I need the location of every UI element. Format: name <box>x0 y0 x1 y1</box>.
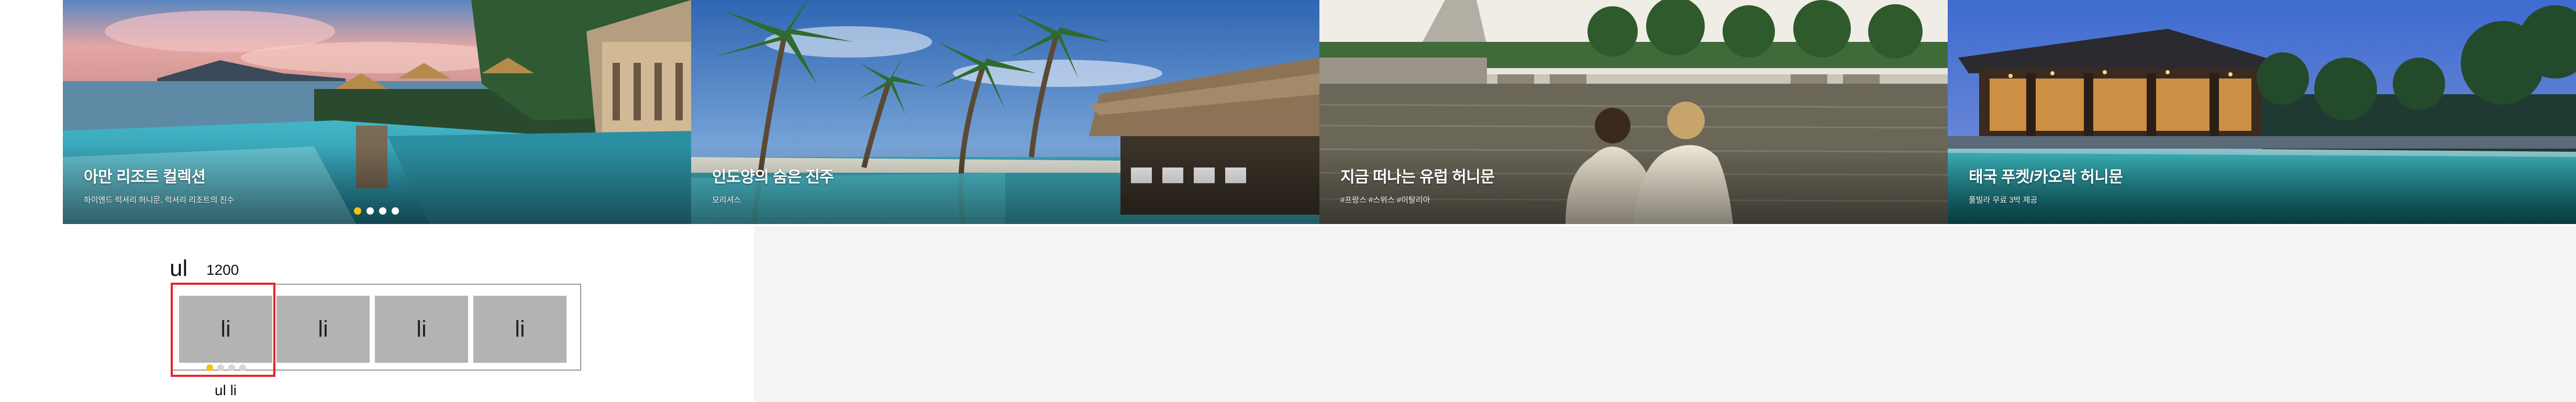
slide-caption: 지금 떠나는 유럽 허니문 #프랑스 #스위스 #이탈리아 <box>1340 164 1495 205</box>
li-box-2: li <box>276 296 370 363</box>
slide-caption: 태국 푸켓/카오락 허니문 풀빌라 무료 3박 제공 <box>1969 164 2123 205</box>
slide-caption: 아만 리조트 컬렉션 하이엔드 럭셔리 허니문, 럭셔리 리조트의 진수 <box>84 164 234 205</box>
slide-2[interactable]: 인도양의 숨은 진주 모리셔스 <box>691 0 1319 224</box>
diagram-dot-4 <box>239 364 246 371</box>
slide-1[interactable]: 아만 리조트 컬렉션 하이엔드 럭셔리 허니문, 럭셔리 리조트의 진수 <box>63 0 691 224</box>
slide-subtitle: 하이엔드 럭셔리 허니문, 럭셔리 리조트의 진수 <box>84 196 235 205</box>
pagination-dot-3[interactable] <box>379 207 386 215</box>
diagram-dot-3 <box>228 364 235 371</box>
slide-title: 태국 푸켓/카오락 허니문 <box>1969 169 2123 186</box>
li-box-4: li <box>473 296 567 363</box>
viewport-highlight-frame <box>171 283 275 377</box>
slide-subtitle: 모리셔스 <box>712 196 741 205</box>
structure-diagram: ul 1200 li li li li ul li <box>0 226 754 402</box>
diagram-pagination-dots <box>206 364 246 371</box>
slider-pagination <box>354 207 399 215</box>
slide-4[interactable]: 태국 푸켓/카오락 허니문 풀빌라 무료 3박 제공 <box>1948 0 2576 224</box>
image-slider[interactable]: 아만 리조트 컬렉션 하이엔드 럭셔리 허니문, 럭셔리 리조트의 진수 인도양… <box>63 0 2576 224</box>
slide-caption: 인도양의 숨은 진주 모리셔스 <box>712 164 834 205</box>
slide-title: 지금 떠나는 유럽 허니문 <box>1340 169 1495 186</box>
slide-subtitle: 풀빌라 무료 3박 제공 <box>1969 196 2038 205</box>
slide-subtitle: #프랑스 #스위스 #이탈리아 <box>1340 196 1430 205</box>
background-panel <box>754 226 2576 402</box>
ul-li-caption: ul li <box>215 382 237 398</box>
pagination-dot-1[interactable] <box>354 207 361 215</box>
ul-label: ul <box>170 255 188 281</box>
diagram-dot-2 <box>217 364 224 371</box>
pagination-dot-2[interactable] <box>367 207 374 215</box>
slide-3[interactable]: 지금 떠나는 유럽 허니문 #프랑스 #스위스 #이탈리아 <box>1319 0 1948 224</box>
diagram-dot-1 <box>206 364 213 371</box>
pagination-dot-4[interactable] <box>392 207 399 215</box>
li-box-3: li <box>375 296 468 363</box>
slide-title: 인도양의 숨은 진주 <box>712 169 834 186</box>
width-label: 1200 <box>206 262 239 278</box>
slide-title: 아만 리조트 컬렉션 <box>84 169 206 186</box>
